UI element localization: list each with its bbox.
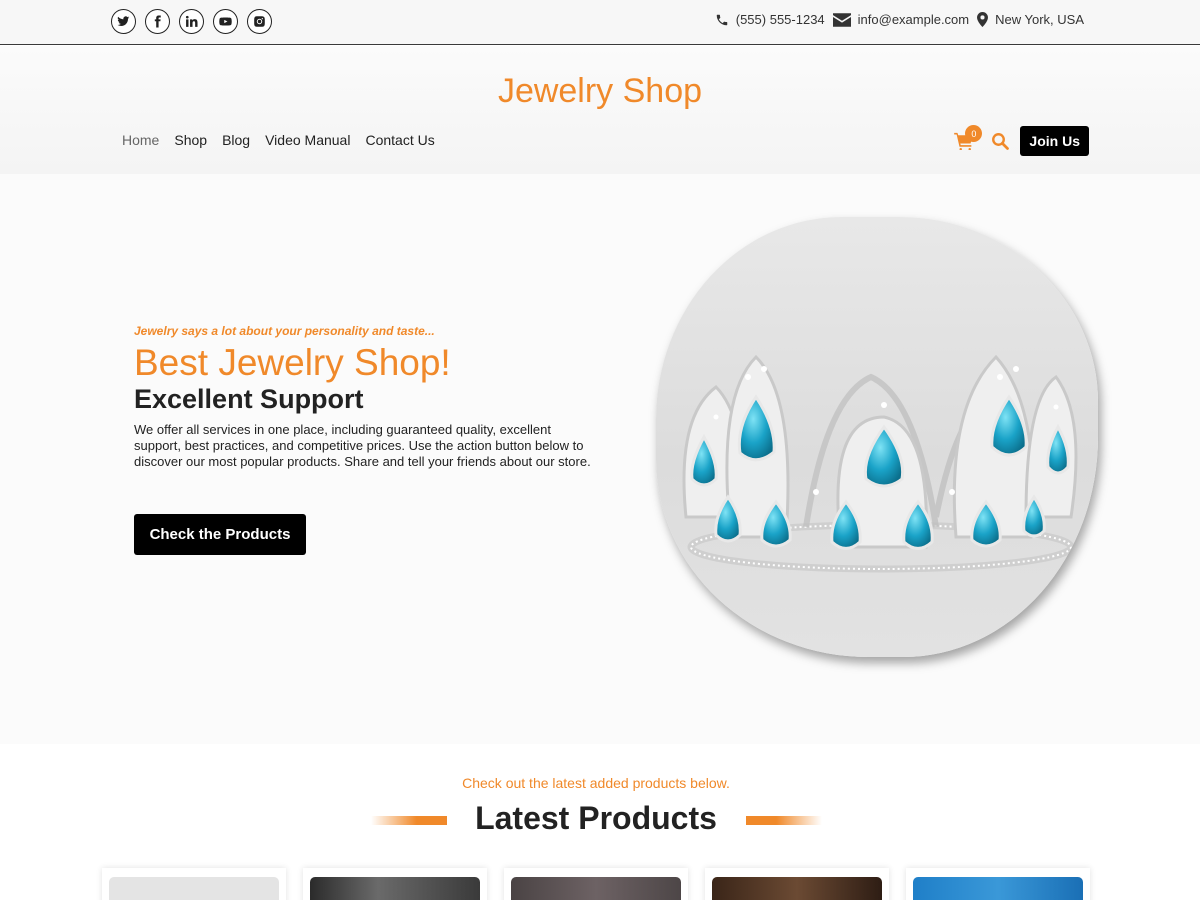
map-pin-icon	[977, 12, 989, 27]
product-image	[913, 877, 1083, 900]
nav-item-home[interactable]: Home	[122, 132, 159, 148]
product-image	[310, 877, 480, 900]
product-image	[109, 877, 279, 900]
search-icon	[992, 133, 1010, 150]
title-decoration-right	[746, 816, 822, 825]
check-products-button[interactable]: Check the Products	[134, 514, 306, 555]
phone-icon	[716, 14, 727, 25]
hero-description: We offer all services in one place, incl…	[134, 422, 591, 469]
crown-illustration	[682, 354, 1078, 573]
nav-item-contact-us[interactable]: Contact Us	[365, 132, 434, 148]
hero-image	[656, 217, 1098, 657]
product-image	[511, 877, 681, 900]
main-nav: Home Shop Blog Video Manual Contact Us	[122, 132, 435, 148]
cart-count-badge: 0	[965, 125, 983, 142]
phone-contact[interactable]: (555) 555-1234	[715, 12, 825, 27]
header-actions: 0 Join Us	[952, 125, 1089, 156]
social-links	[111, 9, 272, 34]
product-image	[712, 877, 882, 900]
product-card[interactable]	[705, 868, 889, 900]
location-text: New York, USA	[995, 12, 1084, 27]
hero-subtitle: Excellent Support	[134, 384, 364, 414]
phone-number: (555) 555-1234	[735, 12, 825, 27]
hero-tagline: Jewelry says a lot about your personalit…	[134, 324, 435, 338]
site-logo[interactable]: Jewelry Shop	[0, 72, 1200, 111]
email-address: info@example.com	[857, 12, 970, 27]
nav-item-shop[interactable]: Shop	[174, 132, 207, 148]
product-card[interactable]	[303, 868, 487, 900]
nav-item-blog[interactable]: Blog	[222, 132, 250, 148]
join-us-button[interactable]: Join Us	[1020, 126, 1089, 156]
location-contact: New York, USA	[977, 12, 1084, 27]
hero-title: Best Jewelry Shop!	[134, 342, 451, 383]
top-bar: (555) 555-1234 info@example.com New York…	[0, 0, 1200, 45]
product-card[interactable]	[102, 868, 286, 900]
product-list	[102, 868, 1090, 900]
latest-products-intro: Check out the latest added products belo…	[462, 775, 730, 791]
latest-products-title: Latest Products	[475, 800, 717, 836]
product-card[interactable]	[504, 868, 688, 900]
nav-item-video-manual[interactable]: Video Manual	[265, 132, 350, 148]
facebook-icon[interactable]	[145, 9, 170, 34]
instagram-icon[interactable]	[247, 9, 272, 34]
site-header: Jewelry Shop Home Shop Blog Video Manual…	[0, 46, 1200, 174]
product-card[interactable]	[906, 868, 1090, 900]
envelope-icon	[832, 12, 851, 27]
youtube-icon[interactable]	[213, 9, 238, 34]
contact-info: (555) 555-1234 info@example.com New York…	[707, 12, 1084, 27]
hero-section: Jewelry says a lot about your personalit…	[0, 174, 1200, 744]
email-contact[interactable]: info@example.com	[832, 12, 970, 27]
linkedin-icon[interactable]	[179, 9, 204, 34]
twitter-icon[interactable]	[111, 9, 136, 34]
search-button[interactable]	[990, 131, 1010, 151]
cart-button[interactable]: 0	[952, 125, 983, 153]
